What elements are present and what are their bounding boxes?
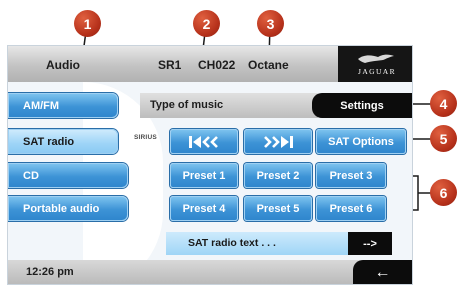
sat-options-button[interactable]: SAT Options <box>316 129 406 154</box>
audio-screen: Audio SR1 CH022 Octane JAGUAR AM/FM SAT … <box>7 45 413 285</box>
sidebar-item-cd[interactable]: CD <box>8 163 128 188</box>
sidebar-item-portable-audio[interactable]: Portable audio <box>8 196 128 221</box>
preset-6-button[interactable]: Preset 6 <box>316 196 386 221</box>
callout-2: 2 <box>193 10 220 37</box>
jaguar-leaper-logo <box>358 54 394 63</box>
skip-next-icon <box>264 135 293 148</box>
skip-previous-icon <box>189 135 218 148</box>
callout-6: 6 <box>430 179 457 206</box>
preset-4-button[interactable]: Preset 4 <box>170 196 238 221</box>
next-channel-button[interactable] <box>244 129 312 154</box>
clock: 12:26 pm <box>26 266 74 278</box>
brand-panel: JAGUAR <box>338 46 412 82</box>
settings-button[interactable]: Settings <box>312 93 412 118</box>
preset-1-button[interactable]: Preset 1 <box>170 163 238 188</box>
preset-3-button[interactable]: Preset 3 <box>316 163 386 188</box>
brand-name: JAGUAR <box>358 67 396 76</box>
sirius-logo: SIRIUS <box>134 134 157 141</box>
callout-5: 5 <box>430 125 457 152</box>
source-label: Audio <box>46 58 80 72</box>
previous-channel-button[interactable] <box>170 129 238 154</box>
channel-name: Octane <box>248 58 289 72</box>
callout-4: 4 <box>430 90 457 117</box>
band-label: SR1 <box>158 58 182 72</box>
sidebar-item-sat-radio[interactable]: SAT radio <box>8 129 118 154</box>
more-button[interactable]: --> <box>348 232 392 255</box>
callout-3: 3 <box>257 10 284 37</box>
back-arrow-icon: ← <box>374 264 391 281</box>
back-button[interactable]: ← <box>353 260 412 284</box>
callout-1: 1 <box>74 10 101 37</box>
preset-5-button[interactable]: Preset 5 <box>244 196 312 221</box>
type-of-music-button[interactable]: Type of music <box>140 93 318 118</box>
top-status-bar: Audio SR1 CH022 Octane JAGUAR <box>8 46 412 82</box>
sidebar-item-am-fm[interactable]: AM/FM <box>8 93 118 118</box>
preset-2-button[interactable]: Preset 2 <box>244 163 312 188</box>
sat-radio-text-button[interactable]: SAT radio text . . . <box>166 232 348 255</box>
bottom-status-bar: 12:26 pm <box>8 260 412 284</box>
channel-number: CH022 <box>198 58 236 72</box>
